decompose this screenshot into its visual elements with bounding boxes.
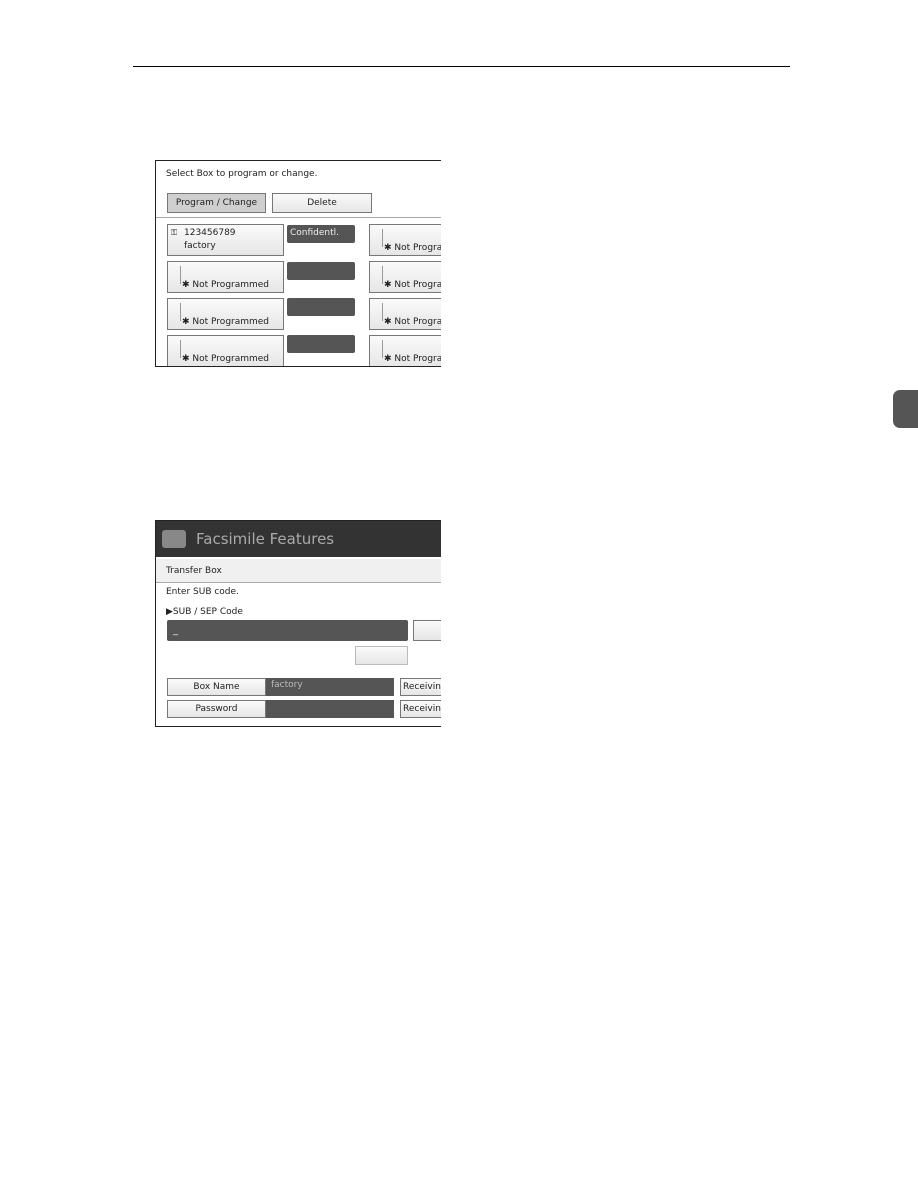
box-right-4[interactable]: ✱ Not Progra — [369, 335, 441, 366]
section-title: Transfer Box — [156, 559, 441, 583]
disabled-button[interactable] — [355, 646, 408, 665]
side-button[interactable] — [413, 620, 441, 641]
fax-icon — [162, 530, 186, 548]
box-icon: ⚿ — [171, 228, 178, 237]
box-type-badge — [287, 335, 355, 353]
box-type-badge — [287, 262, 355, 280]
box-right-3[interactable]: ✱ Not Progra — [369, 298, 441, 330]
box-right-2[interactable]: ✱ Not Progra — [369, 261, 441, 293]
chapter-tab — [893, 390, 918, 428]
manual-page: Select Box to program or change. Program… — [0, 0, 918, 1188]
box-4-button[interactable]: ✱ Not Programmed — [167, 335, 284, 366]
screenshot-box-list: Select Box to program or change. Program… — [155, 160, 441, 367]
box-right-1[interactable]: ✱ Not Progra — [369, 224, 441, 256]
title-bar: Facsimile Features — [156, 521, 441, 557]
prompt-text: Select Box to program or change. — [166, 169, 318, 179]
not-programmed-label: ✱ Not Programmed — [182, 280, 270, 290]
password-field[interactable] — [266, 700, 394, 718]
field-label: ▶SUB / SEP Code — [166, 607, 243, 617]
password-button[interactable]: Password — [167, 700, 266, 718]
delete-button[interactable]: Delete — [272, 193, 372, 213]
program-change-button[interactable]: Program / Change — [167, 193, 266, 213]
not-programmed-label: ✱ Not Progra — [384, 280, 441, 290]
not-programmed-label: ✱ Not Progra — [384, 317, 441, 327]
not-programmed-label: ✱ Not Programmed — [182, 317, 270, 327]
not-programmed-label: ✱ Not Programmed — [182, 354, 270, 364]
divider — [156, 217, 441, 218]
not-programmed-label: ✱ Not Progra — [384, 243, 441, 253]
box-1-button[interactable]: ⚿ 123456789 factory — [167, 224, 284, 256]
box-2-button[interactable]: ✱ Not Programmed — [167, 261, 284, 293]
app-title: Facsimile Features — [196, 530, 335, 548]
screenshot-transfer-box: Facsimile Features Transfer Box Enter SU… — [155, 520, 441, 727]
box-type-badge — [287, 298, 355, 316]
prompt-text: Enter SUB code. — [166, 587, 239, 597]
header-rule — [133, 66, 790, 67]
box-name: factory — [184, 241, 216, 251]
box-name-button[interactable]: Box Name — [167, 678, 266, 696]
not-programmed-label: ✱ Not Progra — [384, 354, 441, 364]
receiving-button-1[interactable]: Receiving — [400, 678, 441, 696]
receiving-button-2[interactable]: Receiving — [400, 700, 441, 718]
box-3-button[interactable]: ✱ Not Programmed — [167, 298, 284, 330]
box-number: 123456789 — [184, 228, 236, 238]
box-type-badge: Confidentl. — [287, 225, 355, 243]
box-name-field[interactable]: factory — [266, 678, 394, 696]
sub-code-input[interactable]: _ — [167, 620, 408, 641]
